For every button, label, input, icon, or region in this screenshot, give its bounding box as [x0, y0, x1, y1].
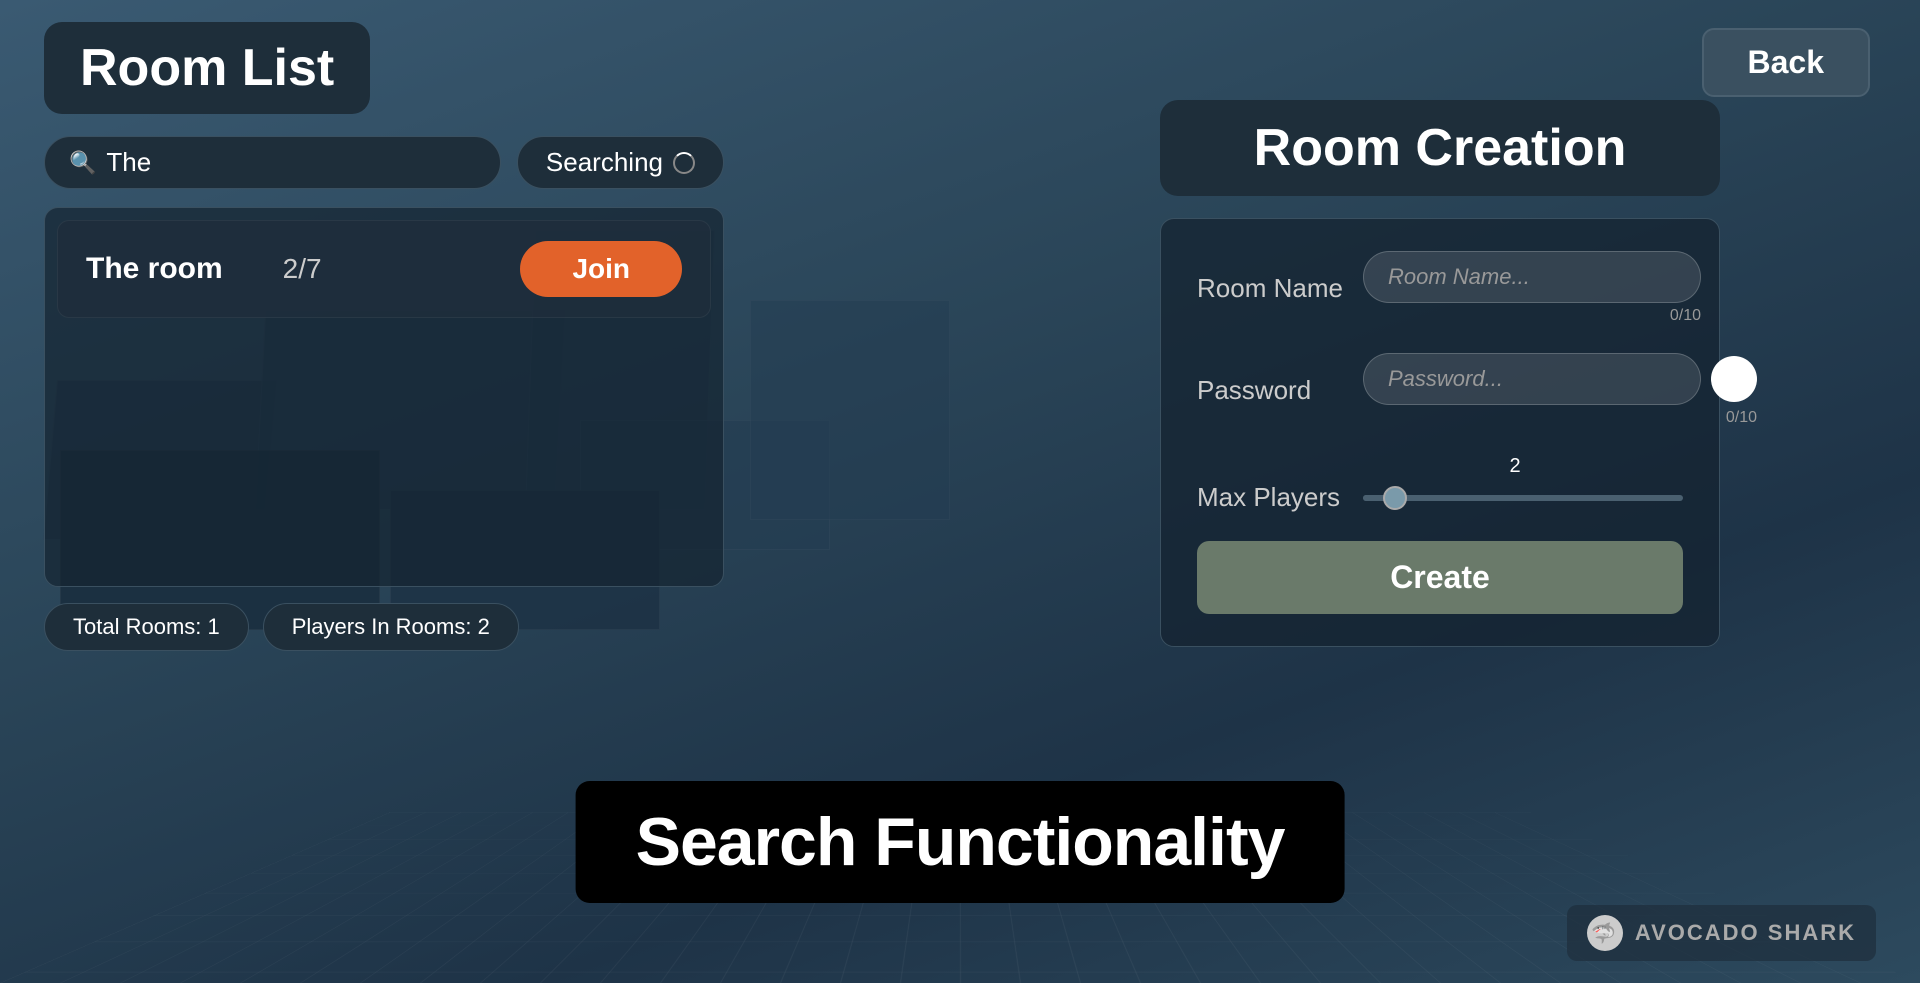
bottom-banner-text: Search Functionality — [636, 804, 1285, 880]
stats-row: Total Rooms: 1 Players In Rooms: 2 — [44, 603, 724, 651]
room-creation-panel: Room Creation Room Name 0/10 Password — [1160, 100, 1720, 647]
back-button[interactable]: Back — [1702, 28, 1871, 97]
search-row: 🔍 Searching — [44, 136, 724, 189]
room-list-box: The room 2/7 Join — [44, 207, 724, 587]
room-name-label: Room Name — [1197, 273, 1347, 304]
avocado-shark-logo: 🦈 AVOCADO SHARK — [1567, 905, 1876, 961]
password-char-count: 0/10 — [1363, 409, 1757, 427]
room-name-input[interactable] — [1363, 251, 1701, 303]
avocado-icon: 🦈 — [1587, 915, 1623, 951]
password-wrapper: 0/10 — [1363, 353, 1757, 427]
players-in-rooms-badge: Players In Rooms: 2 — [263, 603, 519, 651]
slider-track — [1363, 495, 1683, 501]
bottom-banner: Search Functionality — [576, 781, 1345, 903]
join-button[interactable]: Join — [520, 241, 682, 297]
create-button[interactable]: Create — [1197, 541, 1683, 614]
logo-text: AVOCADO SHARK — [1635, 920, 1856, 946]
password-row: Password 0/10 — [1197, 353, 1683, 427]
room-item: The room 2/7 Join — [57, 220, 711, 318]
password-label: Password — [1197, 375, 1347, 406]
ui-layer: Back Room List 🔍 Searching The room 2/7 … — [0, 0, 1920, 983]
search-input-wrap[interactable]: 🔍 — [44, 136, 501, 189]
room-list-title: Room List — [44, 22, 370, 114]
password-input-row — [1363, 353, 1757, 405]
room-list-panel: Room List 🔍 Searching The room 2/7 Join … — [44, 22, 724, 651]
slider-thumb[interactable] — [1383, 486, 1407, 510]
max-players-label: Max Players — [1197, 482, 1347, 513]
room-name-row: Room Name 0/10 — [1197, 251, 1683, 325]
room-name-char-count: 0/10 — [1363, 307, 1701, 325]
search-input[interactable] — [106, 147, 476, 178]
room-name-wrapper: 0/10 — [1363, 251, 1701, 325]
searching-badge: Searching — [517, 136, 724, 189]
max-players-slider-row: Max Players — [1197, 482, 1683, 513]
password-toggle-button[interactable] — [1711, 356, 1757, 402]
max-players-section: 2 Max Players — [1197, 455, 1683, 513]
room-players-count: 2/7 — [283, 253, 322, 285]
search-icon: 🔍 — [69, 150, 96, 176]
loading-spinner — [673, 152, 695, 174]
searching-label: Searching — [546, 147, 663, 178]
room-name: The room — [86, 252, 223, 286]
room-creation-title: Room Creation — [1160, 100, 1720, 196]
max-players-value: 2 — [1347, 455, 1683, 478]
total-rooms-badge: Total Rooms: 1 — [44, 603, 249, 651]
password-input[interactable] — [1363, 353, 1701, 405]
creation-box: Room Name 0/10 Password 0/10 — [1160, 218, 1720, 647]
